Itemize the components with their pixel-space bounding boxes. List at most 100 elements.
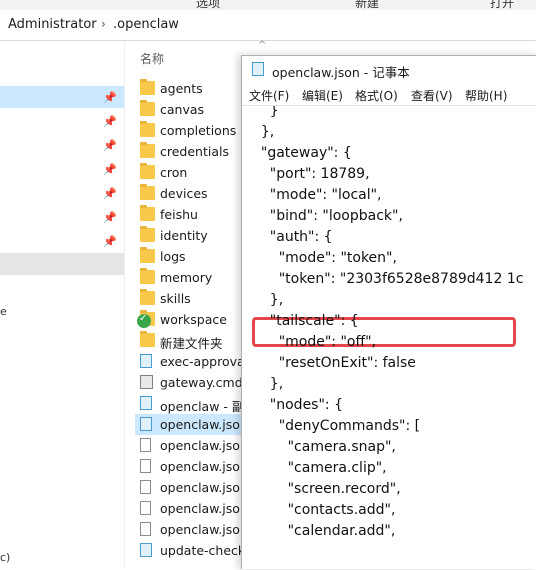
menu-edit[interactable]: 编辑(E) <box>302 87 343 104</box>
pin-icon: 📌 <box>103 235 117 248</box>
folder-icon <box>140 121 155 137</box>
file-name: completions <box>160 123 237 138</box>
editor-line: }, <box>252 124 275 140</box>
notepad-file-icon <box>140 543 152 557</box>
notepad-title: openclaw.json - 记事本 <box>272 65 410 80</box>
file-list-item[interactable]: identity <box>135 225 255 246</box>
editor-line: "resetOnExit": false <box>252 355 416 371</box>
file-list-item[interactable]: update-check. <box>135 540 255 561</box>
notepad-window[interactable]: openclaw.json - 记事本 文件(F) 编辑(E) 格式(O) 查看… <box>241 55 536 569</box>
editor-line: "bind": "loopback", <box>252 208 403 224</box>
file-name: feishu <box>160 207 198 222</box>
file-name: memory <box>160 270 213 285</box>
file-name: workspace <box>160 312 227 327</box>
address-bar[interactable]: Administrator › .openclaw <box>0 10 536 41</box>
menu-format[interactable]: 格式(O) <box>355 87 398 104</box>
file-list-item[interactable]: canvas <box>135 99 255 120</box>
breadcrumb-openclaw[interactable]: .openclaw <box>113 17 179 32</box>
notepad-menubar: 文件(F) 编辑(E) 格式(O) 查看(V) 帮助(H) <box>242 83 536 105</box>
file-list-item[interactable]: credentials <box>135 141 255 162</box>
file-name: openclaw.json <box>160 459 248 474</box>
pin-icon: 📌 <box>103 115 117 128</box>
file-list-item[interactable]: logs <box>135 246 255 267</box>
navigation-pane: 📌 📌 📌 📌 📌 📌 📌 e c) <box>0 41 125 568</box>
file-name: cron <box>160 165 188 180</box>
folder-icon <box>140 289 155 305</box>
file-list-item[interactable]: openclaw.json <box>135 456 255 477</box>
file-list-item[interactable]: feishu <box>135 204 255 225</box>
file-list-item[interactable]: completions <box>135 120 255 141</box>
file-list-item[interactable]: openclaw.json <box>135 414 255 435</box>
folder-icon <box>140 226 155 242</box>
file-list-item[interactable]: exec-approva <box>135 351 255 372</box>
file-list-item[interactable]: memory <box>135 267 255 288</box>
editor-line: "mode": "local", <box>252 187 382 203</box>
menu-file[interactable]: 文件(F) <box>249 87 289 104</box>
file-icon <box>140 459 151 473</box>
file-list-item[interactable]: workspace <box>135 309 255 330</box>
column-header-name[interactable]: 名称 <box>140 50 164 67</box>
file-icon <box>140 522 151 536</box>
file-name: identity <box>160 228 208 243</box>
notepad-file-icon <box>140 417 152 431</box>
file-list-item[interactable]: gateway.cmd <box>135 372 255 393</box>
nav-edge-text-e: e <box>0 305 7 318</box>
file-list-item[interactable]: openclaw.json <box>135 519 255 540</box>
file-list-item[interactable]: agents <box>135 78 255 99</box>
notepad-file-icon <box>140 396 152 410</box>
file-name: canvas <box>160 102 205 117</box>
editor-line: }, <box>252 292 284 308</box>
folder-icon <box>140 79 155 95</box>
file-icon <box>140 501 151 515</box>
cmd-file-icon <box>140 375 153 389</box>
sort-chevron-icon[interactable]: ^ <box>258 40 266 51</box>
file-name: devices <box>160 186 208 201</box>
editor-line: "nodes": { <box>252 397 343 413</box>
folder-icon <box>140 331 155 347</box>
menu-view[interactable]: 查看(V) <box>411 87 453 104</box>
file-list-item[interactable]: cron <box>135 162 255 183</box>
file-name: openclaw.json <box>160 438 248 453</box>
breadcrumb-separator-icon[interactable]: › <box>101 17 106 31</box>
file-list-item[interactable]: 新建文件夹 <box>135 330 255 351</box>
file-list-item[interactable]: skills <box>135 288 255 309</box>
folder-icon <box>140 247 155 263</box>
breadcrumb-administrator[interactable]: Administrator <box>8 17 97 32</box>
editor-line: "token": "2303f6528e8789d412 1c <box>252 271 524 287</box>
pin-icon: 📌 <box>103 211 117 224</box>
notepad-file-icon <box>140 354 152 368</box>
menu-help[interactable]: 帮助(H) <box>465 87 507 104</box>
editor-line: "auth": { <box>252 229 333 245</box>
file-list-item[interactable]: openclaw.json <box>135 477 255 498</box>
notepad-icon <box>252 62 264 76</box>
editor-line: "camera.clip", <box>252 460 387 476</box>
file-list-item[interactable]: devices <box>135 183 255 204</box>
editor-line: "denyCommands": [ <box>252 418 421 434</box>
folder-icon <box>140 100 155 116</box>
nav-hover-item[interactable] <box>0 253 124 275</box>
editor-line: } <box>252 105 279 119</box>
file-name: credentials <box>160 144 229 159</box>
sync-status-icon <box>137 313 151 328</box>
editor-line: "gateway": { <box>252 145 352 161</box>
editor-line: "camera.snap", <box>252 439 396 455</box>
folder-icon <box>140 142 155 158</box>
text-editor-area[interactable]: } }, "gateway": { "port": 18789, "mode":… <box>242 105 536 570</box>
editor-line: "mode": "token", <box>252 250 397 266</box>
notepad-titlebar[interactable]: openclaw.json - 记事本 <box>242 56 536 83</box>
file-list-item[interactable]: openclaw - 副 <box>135 393 255 414</box>
editor-line: "calendar.add", <box>252 523 396 539</box>
file-name: gateway.cmd <box>160 375 243 390</box>
pin-icon: 📌 <box>103 187 117 200</box>
file-list-item[interactable]: openclaw.json <box>135 498 255 519</box>
folder-icon <box>140 163 155 179</box>
file-name: openclaw.json <box>160 480 248 495</box>
file-list-item[interactable]: openclaw.json <box>135 435 255 456</box>
pin-icon: 📌 <box>103 139 117 152</box>
nav-edge-text-c: c) <box>0 551 11 564</box>
file-name: openclaw.json <box>160 522 248 537</box>
editor-line: "port": 18789, <box>252 166 370 182</box>
file-name: update-check. <box>160 543 250 558</box>
folder-icon <box>140 184 155 200</box>
file-name: exec-approva <box>160 354 245 369</box>
